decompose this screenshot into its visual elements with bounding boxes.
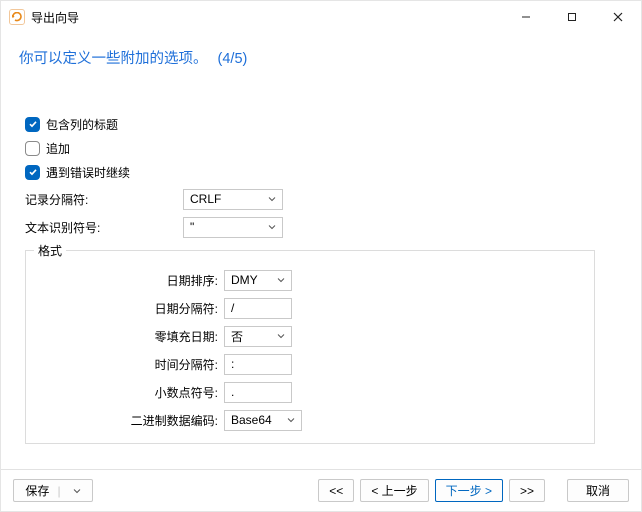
next-label: 下一步 > — [446, 482, 492, 499]
next-button[interactable]: 下一步 > — [435, 479, 503, 502]
export-wizard-window: 导出向导 你可以定义一些附加的选项。 (4/5) 包含列的标题 追加 — [0, 0, 642, 512]
cancel-button[interactable]: 取消 — [567, 479, 629, 502]
record-separator-value: CRLF — [190, 192, 221, 206]
text-qualifier-value: " — [190, 220, 194, 234]
format-legend: 格式 — [34, 242, 66, 259]
minimize-button[interactable] — [503, 1, 549, 33]
titlebar: 导出向导 — [1, 1, 641, 33]
time-separator-label: 时间分隔符: — [36, 356, 224, 373]
chevron-down-icon — [268, 223, 276, 231]
zero-pad-row: 零填充日期: 否 — [36, 323, 584, 349]
text-qualifier-row: 文本识别符号: " — [25, 214, 617, 240]
decimal-input[interactable]: . — [224, 382, 292, 403]
date-order-value: DMY — [231, 273, 258, 287]
date-separator-value: / — [231, 301, 234, 315]
last-button[interactable]: >> — [509, 479, 545, 502]
decimal-value: . — [231, 385, 234, 399]
date-separator-label: 日期分隔符: — [36, 300, 224, 317]
page-heading: 你可以定义一些附加的选项。 (4/5) — [1, 33, 641, 68]
chevron-down-icon — [277, 332, 285, 340]
chevron-down-icon — [268, 195, 276, 203]
binary-encoding-label: 二进制数据编码: — [36, 412, 224, 429]
continue-on-error-label: 遇到错误时继续 — [46, 164, 130, 181]
last-label: >> — [520, 484, 534, 498]
date-order-row: 日期排序: DMY — [36, 267, 584, 293]
checkmark-icon — [25, 165, 40, 180]
prev-button[interactable]: < 上一步 — [360, 479, 428, 502]
append-label: 追加 — [46, 140, 70, 157]
format-fieldset: 格式 日期排序: DMY 日期分隔符: / 零填充日期: — [25, 250, 595, 444]
step-count: (4/5) — [218, 51, 248, 67]
include-header-label: 包含列的标题 — [46, 116, 118, 133]
chevron-down-icon — [277, 276, 285, 284]
date-separator-input[interactable]: / — [224, 298, 292, 319]
prev-label: < 上一步 — [371, 482, 417, 499]
chevron-down-icon — [287, 416, 295, 424]
button-bar: 保存 | << < 上一步 下一步 > >> 取消 — [1, 469, 641, 511]
decimal-label: 小数点符号: — [36, 384, 224, 401]
zero-pad-label: 零填充日期: — [36, 328, 224, 345]
binary-encoding-select[interactable]: Base64 — [224, 410, 302, 431]
content-area: 包含列的标题 追加 遇到错误时继续 记录分隔符: CRLF 文本识别符号: — [1, 68, 641, 469]
record-separator-select[interactable]: CRLF — [183, 189, 283, 210]
first-button[interactable]: << — [318, 479, 354, 502]
date-separator-row: 日期分隔符: / — [36, 295, 584, 321]
cancel-label: 取消 — [586, 482, 610, 499]
text-qualifier-label: 文本识别符号: — [25, 219, 183, 236]
chevron-down-icon — [73, 487, 81, 495]
text-qualifier-select[interactable]: " — [183, 217, 283, 238]
window-title: 导出向导 — [31, 9, 79, 26]
record-separator-row: 记录分隔符: CRLF — [25, 186, 617, 212]
append-checkbox[interactable]: 追加 — [25, 136, 617, 160]
close-button[interactable] — [595, 1, 641, 33]
separator: | — [57, 484, 60, 498]
zero-pad-value: 否 — [231, 328, 243, 345]
first-label: << — [329, 484, 343, 498]
include-header-checkbox[interactable]: 包含列的标题 — [25, 112, 617, 136]
time-separator-row: 时间分隔符: : — [36, 351, 584, 377]
save-label: 保存 — [25, 482, 49, 499]
decimal-row: 小数点符号: . — [36, 379, 584, 405]
save-button[interactable]: 保存 | — [13, 479, 93, 502]
zero-pad-select[interactable]: 否 — [224, 326, 292, 347]
binary-encoding-value: Base64 — [231, 413, 272, 427]
time-separator-input[interactable]: : — [224, 354, 292, 375]
date-order-select[interactable]: DMY — [224, 270, 292, 291]
record-separator-label: 记录分隔符: — [25, 191, 183, 208]
time-separator-value: : — [231, 357, 234, 371]
maximize-button[interactable] — [549, 1, 595, 33]
heading-text: 你可以定义一些附加的选项。 — [19, 51, 208, 67]
continue-on-error-checkbox[interactable]: 遇到错误时继续 — [25, 160, 617, 184]
date-order-label: 日期排序: — [36, 272, 224, 289]
app-icon — [9, 9, 25, 25]
checkbox-empty-icon — [25, 141, 40, 156]
binary-encoding-row: 二进制数据编码: Base64 — [36, 407, 584, 433]
checkmark-icon — [25, 117, 40, 132]
